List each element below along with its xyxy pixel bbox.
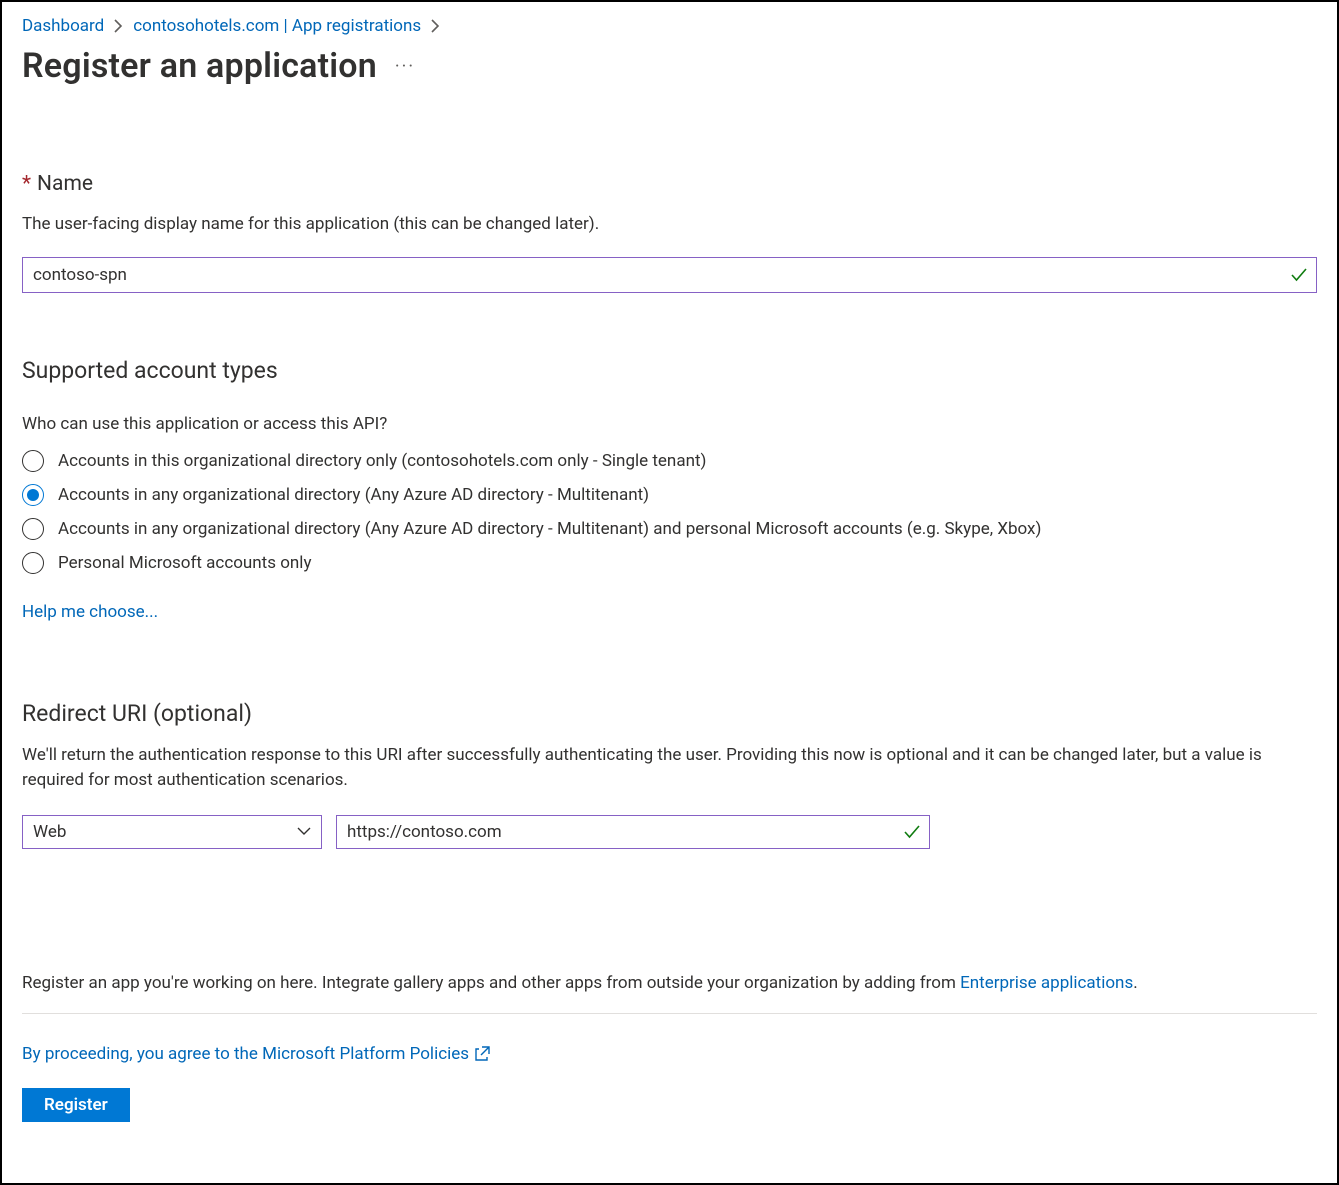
chevron-right-icon	[114, 19, 123, 33]
page-title: Register an application	[22, 46, 377, 86]
integration-note-suffix: .	[1133, 973, 1137, 993]
platform-select-value: Web	[33, 822, 66, 842]
more-actions-button[interactable]: ···	[395, 56, 415, 77]
radio-single-tenant[interactable]: Accounts in this organizational director…	[22, 450, 1317, 472]
radio-label: Personal Microsoft accounts only	[58, 553, 311, 573]
chevron-down-icon	[297, 827, 311, 836]
chevron-right-icon	[431, 19, 440, 33]
account-types-question: Who can use this application or access t…	[22, 412, 1302, 437]
radio-label: Accounts in any organizational directory…	[58, 519, 1041, 539]
radio-icon	[22, 552, 44, 574]
breadcrumb: Dashboard contosohotels.com | App regist…	[22, 16, 1317, 36]
help-me-choose-link[interactable]: Help me choose...	[22, 602, 158, 622]
name-help-text: The user-facing display name for this ap…	[22, 212, 1302, 237]
redirect-uri-input[interactable]	[336, 815, 930, 849]
platform-select[interactable]: Web	[22, 815, 322, 849]
radio-label: Accounts in any organizational directory…	[58, 485, 649, 505]
integration-note-text: Register an app you're working on here. …	[22, 973, 960, 993]
integration-note: Register an app you're working on here. …	[22, 973, 1317, 993]
radio-label: Accounts in this organizational director…	[58, 451, 706, 471]
check-icon	[904, 825, 920, 839]
account-types-radio-group: Accounts in this organizational director…	[22, 450, 1317, 574]
radio-icon	[22, 450, 44, 472]
check-icon	[1291, 268, 1307, 282]
breadcrumb-dashboard[interactable]: Dashboard	[22, 16, 104, 36]
external-link-icon	[475, 1046, 490, 1061]
radio-personal-only[interactable]: Personal Microsoft accounts only	[22, 552, 1317, 574]
required-indicator: *	[22, 172, 31, 196]
account-types-heading: Supported account types	[22, 357, 1317, 384]
redirect-heading: Redirect URI (optional)	[22, 700, 1317, 727]
radio-multitenant[interactable]: Accounts in any organizational directory…	[22, 484, 1317, 506]
redirect-help-text: We'll return the authentication response…	[22, 743, 1302, 792]
register-button[interactable]: Register	[22, 1088, 130, 1122]
name-label: Name	[37, 172, 93, 196]
name-input[interactable]	[22, 257, 1317, 293]
radio-icon	[22, 518, 44, 540]
platform-policies-link[interactable]: By proceeding, you agree to the Microsof…	[22, 1044, 469, 1064]
radio-icon	[22, 484, 44, 506]
breadcrumb-app-registrations[interactable]: contosohotels.com | App registrations	[133, 16, 421, 36]
radio-multitenant-personal[interactable]: Accounts in any organizational directory…	[22, 518, 1317, 540]
enterprise-applications-link[interactable]: Enterprise applications	[960, 973, 1133, 993]
